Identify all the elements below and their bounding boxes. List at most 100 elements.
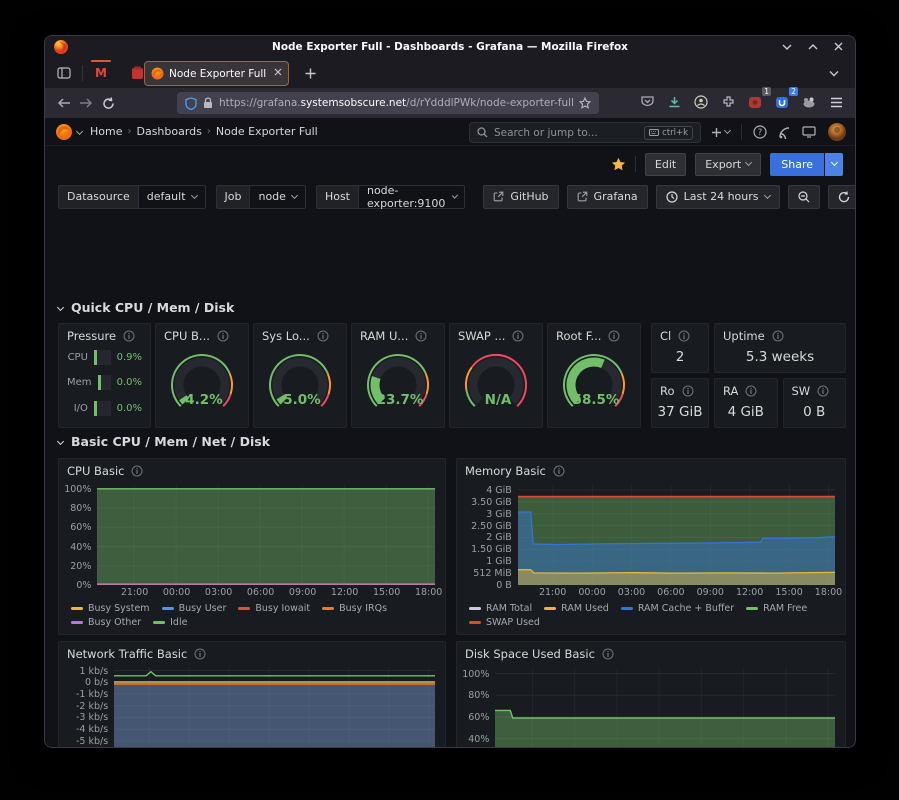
red-app-icon (131, 66, 144, 80)
plot-area[interactable] (97, 484, 435, 585)
extensions-puzzle-icon[interactable] (717, 91, 739, 113)
info-icon[interactable] (678, 330, 690, 342)
legend-item-ram-free[interactable]: RAM Free (746, 603, 807, 614)
gauge-panel-ram-u: RAM U...23.7% (351, 323, 445, 428)
x-tick-label: 09:00 (289, 587, 316, 598)
active-tab[interactable]: Node Exporter Full - Dashbo (144, 61, 289, 86)
panel-title: Root F... (556, 329, 601, 343)
info-icon[interactable] (123, 330, 135, 342)
minimize-button[interactable] (782, 41, 792, 51)
plot-area[interactable] (518, 484, 835, 585)
downloads-icon[interactable] (663, 91, 685, 113)
github-link-button[interactable]: GitHub (483, 185, 558, 209)
legend-item-ram-total[interactable]: RAM Total (469, 603, 532, 614)
edit-button[interactable]: Edit (645, 153, 686, 176)
share-split-button[interactable]: Share (770, 153, 843, 176)
datasource-select[interactable]: default (138, 185, 206, 209)
reload-icon[interactable] (97, 92, 119, 114)
info-icon[interactable] (745, 385, 757, 397)
plot-area[interactable] (114, 667, 435, 748)
info-icon[interactable] (817, 385, 829, 397)
pressure-panel: PressureCPU0.9%Mem0.0%I/O0.0% (58, 323, 151, 428)
extension-red-icon[interactable]: 1 (744, 91, 766, 113)
monitor-icon[interactable] (802, 126, 816, 138)
extension-blue-icon[interactable]: 2 (771, 91, 793, 113)
info-icon[interactable] (682, 385, 694, 397)
window-titlebar: Node Exporter Full - Dashboards - Grafan… (45, 36, 855, 58)
sidebar-toggle-icon[interactable] (51, 62, 77, 84)
news-rss-icon[interactable] (778, 126, 791, 139)
forward-icon[interactable] (75, 92, 97, 114)
plot-area[interactable] (495, 667, 835, 748)
url-bar[interactable]: https://grafana.systemsobscure.net/d/rYd… (177, 92, 599, 114)
legend-item-ram-cache-buffer[interactable]: RAM Cache + Buffer (621, 603, 734, 614)
lock-icon[interactable] (203, 97, 213, 109)
back-icon[interactable] (53, 92, 75, 114)
datasource-control: Datasource default (58, 185, 206, 209)
gauge-arc: N/A (453, 347, 539, 423)
refresh-control[interactable]: Refresh 1m (828, 185, 856, 209)
help-icon[interactable]: ? (753, 125, 767, 139)
legend-item-busy-irqs[interactable]: Busy IRQs (322, 603, 387, 614)
legend-item-busy-system[interactable]: Busy System (71, 603, 150, 614)
time-range-picker[interactable]: Last 24 hours (656, 185, 780, 209)
gauge-arc: 23.7% (355, 347, 441, 423)
legend-label: RAM Total (486, 603, 532, 614)
job-select[interactable]: node (249, 185, 305, 209)
info-icon[interactable] (772, 330, 784, 342)
info-icon[interactable] (131, 465, 143, 477)
legend-item-busy-user[interactable]: Busy User (162, 603, 227, 614)
info-icon[interactable] (553, 465, 565, 477)
add-button[interactable] (711, 127, 730, 138)
breadcrumb-dashboards[interactable]: Dashboards (136, 125, 201, 138)
share-button[interactable]: Share (770, 153, 824, 176)
tab-close-icon[interactable] (274, 68, 282, 79)
legend-item-swap-used[interactable]: SWAP Used (469, 617, 540, 628)
magnifier-minus-icon (798, 191, 810, 203)
legend-item-idle[interactable]: Idle (153, 617, 187, 628)
stats-row-bottom: Ro37 GiBRA4 GiBSW0 B (651, 378, 846, 428)
gauge-value: 5.0% (283, 392, 321, 408)
zoom-out-button[interactable] (788, 185, 820, 209)
info-icon[interactable] (602, 648, 614, 660)
org-chevron-icon[interactable] (76, 128, 83, 135)
bookmark-star-icon[interactable] (579, 97, 591, 109)
new-tab-button[interactable] (297, 62, 323, 84)
section-basic-cpu[interactable]: Basic CPU / Mem / Net / Disk (58, 434, 270, 449)
info-icon[interactable] (194, 648, 206, 660)
account-icon[interactable] (690, 91, 712, 113)
all-tabs-chevron-icon[interactable] (821, 62, 847, 84)
info-icon[interactable] (317, 330, 329, 342)
share-chevron[interactable] (825, 153, 843, 176)
y-axis: 100%80%60%40%20%0% (67, 484, 97, 600)
grafana-link-button[interactable]: Grafana (567, 185, 648, 209)
maximize-button[interactable] (808, 41, 818, 51)
favorite-star-icon[interactable] (611, 157, 626, 172)
section-quick-cpu[interactable]: Quick CPU / Mem / Disk (58, 300, 234, 315)
legend-item-busy-iowait[interactable]: Busy Iowait (238, 603, 310, 614)
host-select[interactable]: node-exporter:9100 (358, 185, 465, 209)
y-tick-label: -3 kb/s (76, 712, 108, 723)
y-tick-label: 1.50 GiB (471, 544, 512, 555)
breadcrumb-home[interactable]: Home (90, 125, 122, 138)
info-icon[interactable] (217, 330, 229, 342)
info-icon[interactable] (608, 330, 620, 342)
tracking-shield-icon[interactable] (185, 97, 197, 110)
extension-misc-icon[interactable] (798, 91, 820, 113)
external-link-icon (577, 191, 588, 202)
info-icon[interactable] (415, 330, 427, 342)
y-tick-label: 0% (76, 580, 91, 591)
panel-title: CPU B... (164, 329, 210, 343)
pinned-tab-gmail[interactable]: M (88, 60, 114, 86)
grafana-logo-icon[interactable] (55, 123, 73, 141)
legend-item-busy-other[interactable]: Busy Other (71, 617, 141, 628)
gmail-icon: M (95, 66, 107, 80)
user-avatar[interactable] (827, 122, 847, 142)
info-icon[interactable] (512, 330, 524, 342)
legend-item-ram-used[interactable]: RAM Used (544, 603, 609, 614)
menu-hamburger-icon[interactable] (825, 91, 847, 113)
close-button[interactable] (834, 41, 843, 51)
pocket-icon[interactable] (636, 91, 658, 113)
search-input[interactable]: Search or jump to... ctrl+k (469, 122, 701, 143)
export-button[interactable]: Export (695, 153, 761, 176)
